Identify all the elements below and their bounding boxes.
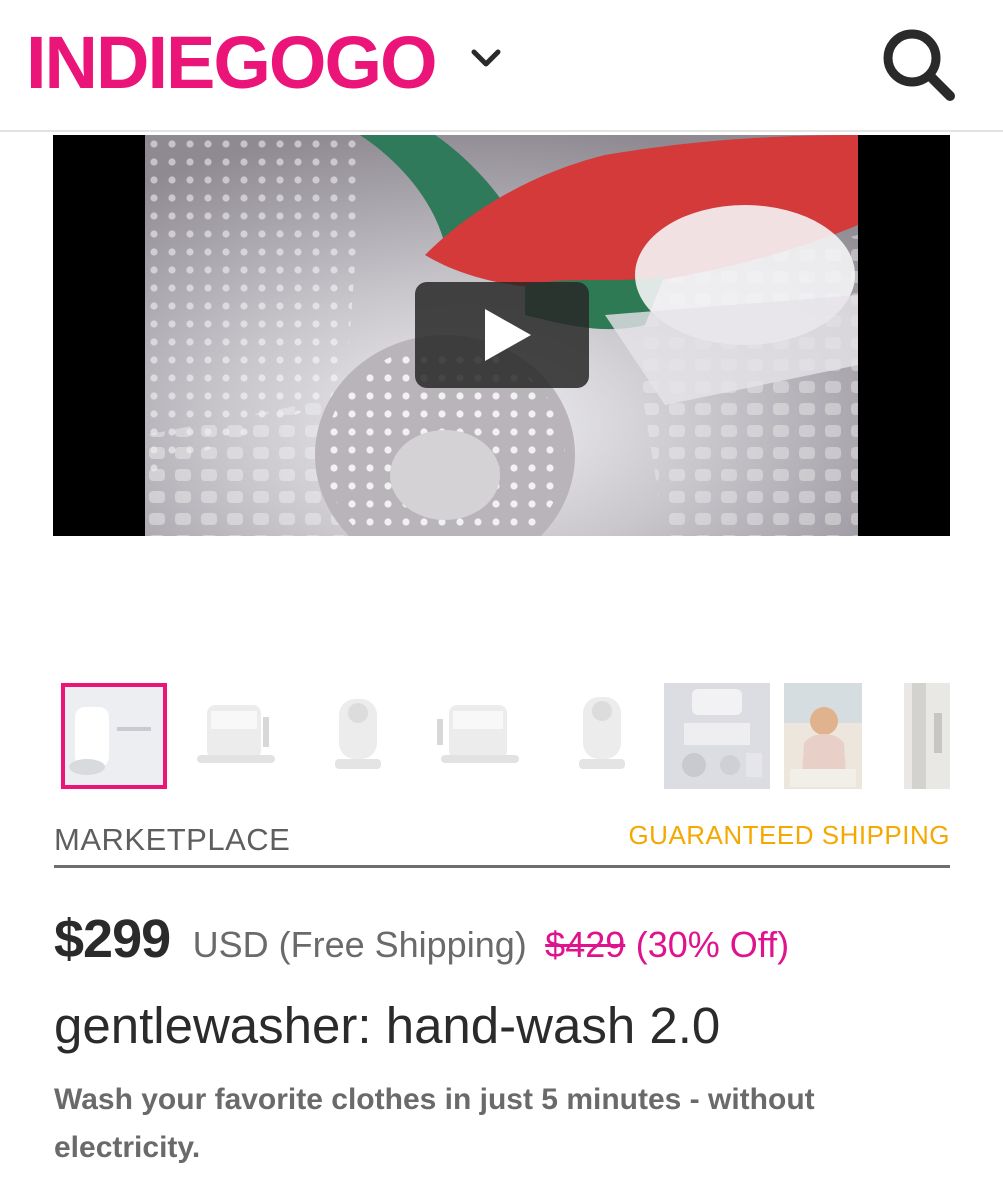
gallery-thumbnail[interactable] [305,683,411,789]
gallery-thumbnail[interactable] [61,683,167,789]
play-button[interactable] [415,282,589,388]
gallery-thumbnail[interactable] [427,683,533,789]
gallery-thumbnail[interactable] [664,683,770,789]
campaign-video-player[interactable] [53,135,950,536]
category-label[interactable]: MARKETPLACE [54,822,290,858]
gallery-thumbnail[interactable] [904,683,950,789]
guaranteed-shipping-badge: GUARANTEED SHIPPING [628,820,950,850]
original-price: $429 [545,924,626,965]
indiegogo-logo[interactable]: INDIEGOGO [26,22,438,104]
image-gallery-thumbnails [61,683,950,791]
play-icon [485,309,531,361]
gallery-thumbnail[interactable] [784,683,890,789]
price-row: $299 USD (Free Shipping) $429 (30% Off) [54,908,789,970]
product-title: gentlewasher: hand-wash 2.0 [54,997,721,1054]
currency-shipping-note: USD (Free Shipping) [192,924,527,965]
gallery-thumbnail[interactable] [549,683,655,789]
gallery-thumbnail[interactable] [183,683,289,789]
chevron-down-icon[interactable] [470,48,502,70]
section-divider [54,865,950,868]
current-price: $299 [54,909,171,969]
discount-percent: (30% Off) [635,924,790,965]
search-icon[interactable] [878,26,958,102]
product-description: Wash your favorite clothes in just 5 min… [54,1083,815,1164]
top-nav-bar: INDIEGOGO [0,0,1003,132]
